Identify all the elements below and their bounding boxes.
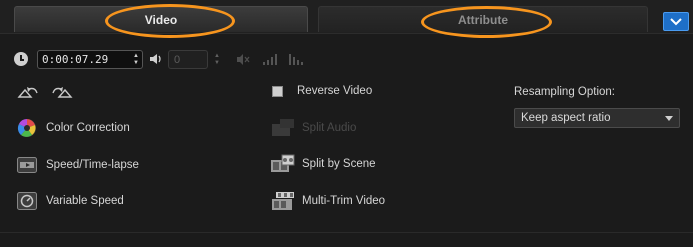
color-wheel-icon xyxy=(16,117,38,139)
speed-timelapse-button[interactable]: Speed/Time-lapse xyxy=(16,154,139,176)
chevron-down-icon xyxy=(670,17,682,25)
mute-icon[interactable] xyxy=(236,53,250,66)
split-scene-icon xyxy=(269,153,297,175)
split-audio-label: Split Audio xyxy=(302,122,357,134)
color-correction-button[interactable]: Color Correction xyxy=(16,117,130,139)
resampling-option-label: Resampling Option: xyxy=(514,86,615,98)
stepper-down-icon[interactable]: ▼ xyxy=(212,60,222,66)
dropdown-caret-icon xyxy=(665,115,673,121)
timecode-stepper[interactable]: ▲ ▼ xyxy=(131,51,141,68)
fade-in-icon[interactable] xyxy=(262,53,280,65)
resampling-selected-value: Keep aspect ratio xyxy=(521,112,611,124)
volume-input[interactable]: 0 xyxy=(168,50,208,69)
divider xyxy=(0,232,693,233)
color-correction-label: Color Correction xyxy=(46,122,130,134)
collapse-button[interactable] xyxy=(663,12,689,31)
resampling-option-select[interactable]: Keep aspect ratio xyxy=(514,108,680,128)
speed-icon xyxy=(16,154,38,176)
tab-bar: Video Attribute xyxy=(0,0,693,34)
options-panel: Video Attribute 0:00:07.29 ▲ ▼ 0 ▲ ▼ Col… xyxy=(0,0,693,247)
stepper-up-icon[interactable]: ▲ xyxy=(212,53,222,59)
tab-video[interactable]: Video xyxy=(14,6,308,32)
clock-icon xyxy=(14,52,28,66)
reverse-video-label: Reverse Video xyxy=(297,85,373,97)
multi-trim-video-button[interactable]: Multi-Trim Video xyxy=(269,190,385,212)
rotate-left-icon[interactable] xyxy=(16,86,40,100)
fade-out-icon[interactable] xyxy=(288,53,306,65)
speed-timelapse-label: Speed/Time-lapse xyxy=(46,159,139,171)
split-audio-button[interactable]: Split Audio xyxy=(269,117,356,139)
variable-speed-icon xyxy=(16,190,38,212)
volume-stepper[interactable]: ▲ ▼ xyxy=(212,51,222,68)
variable-speed-label: Variable Speed xyxy=(46,195,124,207)
split-by-scene-label: Split by Scene xyxy=(302,158,376,170)
rotate-right-icon[interactable] xyxy=(50,86,74,100)
reverse-video-option[interactable]: Reverse Video xyxy=(269,85,372,97)
multi-trim-video-label: Multi-Trim Video xyxy=(302,195,386,207)
speaker-icon xyxy=(150,54,161,64)
stepper-down-icon[interactable]: ▼ xyxy=(131,60,141,66)
split-audio-icon xyxy=(269,117,297,139)
tab-attribute[interactable]: Attribute xyxy=(318,6,648,32)
variable-speed-button[interactable]: Variable Speed xyxy=(16,190,124,212)
duration-timecode-input[interactable]: 0:00:07.29 xyxy=(37,50,143,69)
multi-trim-icon xyxy=(269,190,297,212)
reverse-video-checkbox[interactable] xyxy=(272,85,283,97)
stepper-up-icon[interactable]: ▲ xyxy=(131,53,141,59)
split-by-scene-button[interactable]: Split by Scene xyxy=(269,153,376,175)
